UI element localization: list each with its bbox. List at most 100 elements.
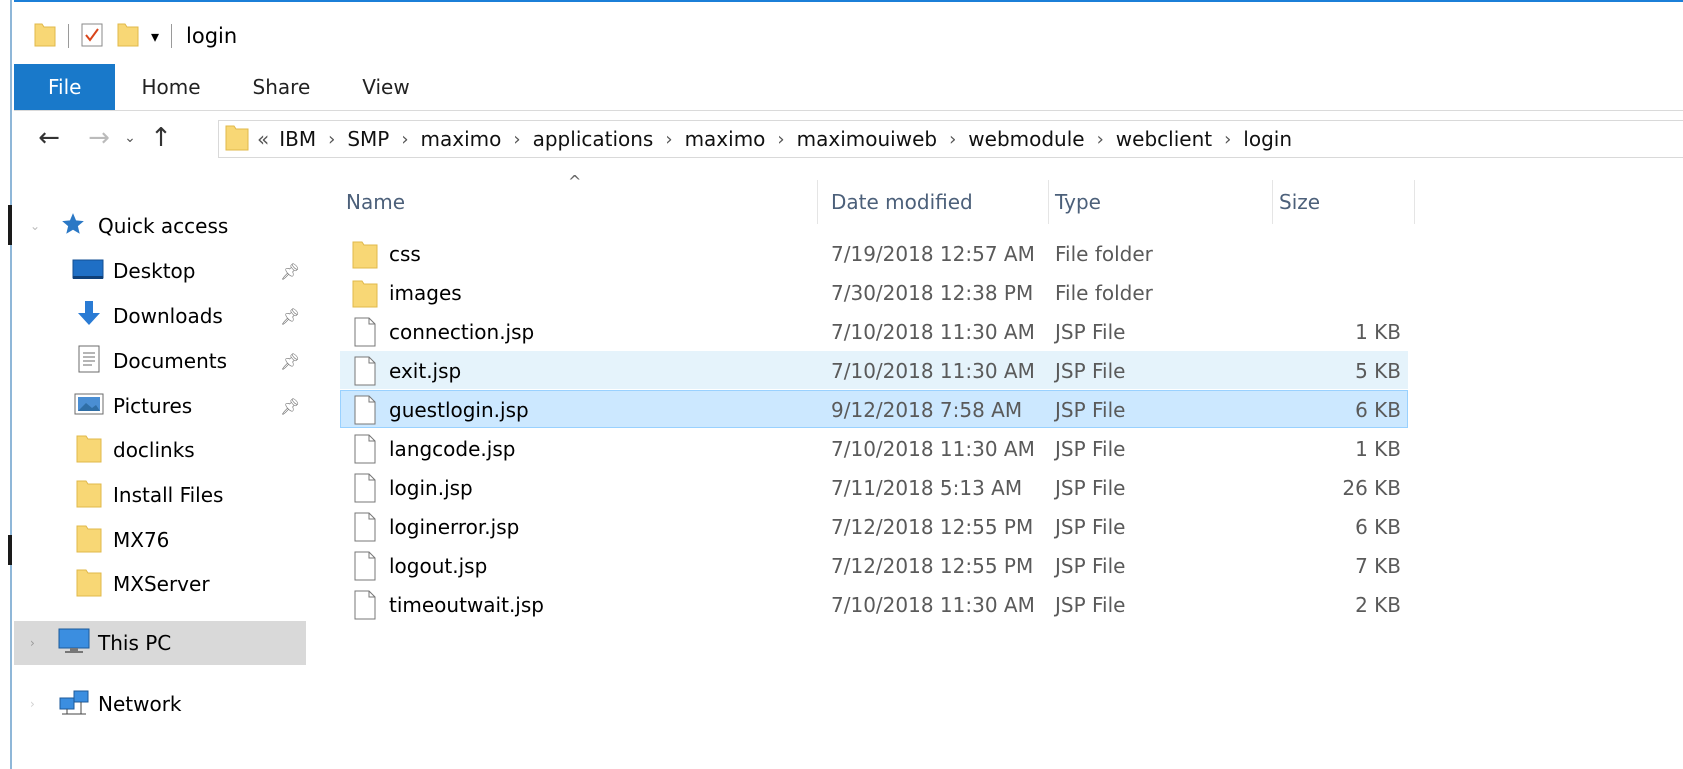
file-row-exit-jsp[interactable]: exit.jsp 7/10/2018 11:30 AM JSP File 5 K… bbox=[340, 351, 1408, 389]
folder-icon bbox=[349, 239, 381, 269]
file-row-connection-jsp[interactable]: connection.jsp 7/10/2018 11:30 AM JSP Fi… bbox=[340, 312, 1408, 350]
sidebar-item-this-pc[interactable]: › This PC bbox=[14, 621, 306, 665]
file-name: guestlogin.jsp bbox=[389, 398, 529, 422]
file-type: JSP File bbox=[1055, 320, 1126, 344]
address-bar[interactable]: « IBM › SMP › maximo › applications › ma… bbox=[218, 120, 1683, 158]
sidebar-item-label: Install Files bbox=[113, 483, 224, 507]
file-type: JSP File bbox=[1055, 593, 1126, 617]
file-date-modified: 9/12/2018 7:58 AM bbox=[831, 398, 1023, 422]
sidebar-item-label: Pictures bbox=[113, 394, 193, 418]
up-button[interactable]: ↑ bbox=[142, 123, 180, 153]
chevron-right-icon[interactable]: › bbox=[665, 129, 672, 150]
address-overflow[interactable]: « bbox=[257, 127, 269, 151]
breadcrumb-applications[interactable]: applications bbox=[533, 127, 654, 151]
file-date-modified: 7/12/2018 12:55 PM bbox=[831, 515, 1034, 539]
tab-share[interactable]: Share bbox=[227, 64, 337, 110]
chevron-right-icon[interactable]: › bbox=[777, 129, 784, 150]
sidebar-item-doclinks[interactable]: doclinks bbox=[14, 428, 306, 472]
sidebar-item-install-files[interactable]: Install Files bbox=[14, 473, 306, 517]
file-row-langcode-jsp[interactable]: langcode.jsp 7/10/2018 11:30 AM JSP File… bbox=[340, 429, 1408, 467]
window-top-edge bbox=[14, 0, 1683, 8]
tab-file[interactable]: File bbox=[14, 64, 116, 110]
chevron-right-icon[interactable]: › bbox=[328, 129, 335, 150]
arrow-up-icon: ↑ bbox=[150, 123, 172, 153]
tab-view[interactable]: View bbox=[336, 64, 435, 110]
breadcrumb-webclient[interactable]: webclient bbox=[1116, 127, 1212, 151]
breadcrumb-webmodule[interactable]: webmodule bbox=[968, 127, 1084, 151]
chevron-right-icon[interactable]: › bbox=[30, 697, 35, 711]
sidebar-item-label: Network bbox=[98, 692, 182, 716]
file-row-login-jsp[interactable]: login.jsp 7/11/2018 5:13 AM JSP File 26 … bbox=[340, 468, 1408, 506]
new-folder-icon[interactable] bbox=[117, 21, 141, 52]
sidebar-item-label: MX76 bbox=[113, 528, 170, 552]
forward-button[interactable]: → bbox=[80, 123, 118, 153]
file-name: timeoutwait.jsp bbox=[389, 593, 544, 617]
chevron-right-icon[interactable]: › bbox=[30, 636, 35, 650]
folder-icon[interactable] bbox=[34, 21, 56, 52]
file-name: exit.jsp bbox=[389, 359, 462, 383]
file-icon bbox=[349, 473, 381, 503]
sidebar-item-quick-access[interactable]: ⌄ Quick access bbox=[14, 204, 306, 248]
file-icon bbox=[349, 590, 381, 620]
file-type: File folder bbox=[1055, 242, 1153, 266]
documents-icon bbox=[78, 345, 100, 378]
folder-icon bbox=[349, 278, 381, 308]
breadcrumb-smp[interactable]: SMP bbox=[347, 127, 389, 151]
back-button[interactable]: ← bbox=[30, 123, 68, 153]
quick-access-toolbar-dropdown-icon[interactable]: ▾ bbox=[151, 27, 159, 46]
breadcrumb-maximo-2[interactable]: maximo bbox=[685, 127, 766, 151]
file-name: langcode.jsp bbox=[389, 437, 516, 461]
file-row-guestlogin-jsp[interactable]: guestlogin.jsp 9/12/2018 7:58 AM JSP Fil… bbox=[340, 390, 1408, 428]
folder-icon bbox=[76, 433, 102, 468]
file-size: 5 KB bbox=[1355, 359, 1401, 383]
pin-icon: 📌︎ bbox=[280, 396, 301, 416]
tab-home[interactable]: Home bbox=[115, 64, 226, 110]
file-row-images[interactable]: images 7/30/2018 12:38 PM File folder bbox=[340, 273, 1408, 311]
file-row-loginerror-jsp[interactable]: loginerror.jsp 7/12/2018 12:55 PM JSP Fi… bbox=[340, 507, 1408, 545]
chevron-right-icon[interactable]: › bbox=[1224, 129, 1231, 150]
file-date-modified: 7/10/2018 11:30 AM bbox=[831, 593, 1035, 617]
sidebar-item-label: MXServer bbox=[113, 572, 210, 596]
file-row-timeoutwait-jsp[interactable]: timeoutwait.jsp 7/10/2018 11:30 AM JSP F… bbox=[340, 585, 1408, 623]
breadcrumb-maximo[interactable]: maximo bbox=[421, 127, 502, 151]
file-icon bbox=[349, 356, 381, 386]
column-header-label: Type bbox=[1055, 190, 1101, 214]
sidebar-item-label: Desktop bbox=[113, 259, 196, 283]
chevron-right-icon[interactable]: › bbox=[949, 129, 956, 150]
breadcrumb-ibm[interactable]: IBM bbox=[279, 127, 316, 151]
file-name: login.jsp bbox=[389, 476, 473, 500]
sidebar-item-pictures[interactable]: Pictures 📌︎ bbox=[14, 384, 306, 428]
column-header-date-modified[interactable]: Date modified bbox=[825, 180, 1049, 224]
chevron-right-icon[interactable]: › bbox=[513, 129, 520, 150]
file-list: ^ Name Date modified Type Size css 7/19/… bbox=[340, 172, 1683, 769]
sidebar-item-label: Downloads bbox=[113, 304, 223, 328]
column-header-size[interactable]: Size bbox=[1273, 180, 1415, 224]
file-row-css[interactable]: css 7/19/2018 12:57 AM File folder bbox=[340, 234, 1408, 272]
file-date-modified: 7/10/2018 11:30 AM bbox=[831, 320, 1035, 344]
sidebar-item-label: Quick access bbox=[98, 214, 229, 238]
recent-locations-button[interactable]: ⌄ bbox=[118, 130, 142, 146]
file-date-modified: 7/12/2018 12:55 PM bbox=[831, 554, 1034, 578]
chevron-right-icon[interactable]: › bbox=[1097, 129, 1104, 150]
file-type: JSP File bbox=[1055, 515, 1126, 539]
downloads-icon bbox=[74, 299, 104, 334]
sidebar-item-network[interactable]: › Network bbox=[14, 682, 306, 726]
file-type: JSP File bbox=[1055, 554, 1126, 578]
breadcrumb-login[interactable]: login bbox=[1243, 127, 1292, 151]
file-size: 26 KB bbox=[1342, 476, 1401, 500]
sidebar-item-mxserver[interactable]: MXServer bbox=[14, 562, 306, 606]
chevron-down-icon[interactable]: ⌄ bbox=[30, 219, 40, 233]
column-header-type[interactable]: Type bbox=[1049, 180, 1273, 224]
sidebar-item-downloads[interactable]: Downloads 📌︎ bbox=[14, 294, 306, 338]
file-size: 6 KB bbox=[1355, 398, 1401, 422]
properties-icon[interactable] bbox=[81, 21, 103, 52]
breadcrumb-maximouiweb[interactable]: maximouiweb bbox=[797, 127, 937, 151]
column-header-name[interactable]: Name bbox=[340, 180, 818, 224]
file-type: JSP File bbox=[1055, 359, 1126, 383]
sidebar-item-mx76[interactable]: MX76 bbox=[14, 518, 306, 562]
sidebar-item-label: Documents bbox=[113, 349, 228, 373]
chevron-right-icon[interactable]: › bbox=[401, 129, 408, 150]
sidebar-item-documents[interactable]: Documents 📌︎ bbox=[14, 339, 306, 383]
file-row-logout-jsp[interactable]: logout.jsp 7/12/2018 12:55 PM JSP File 7… bbox=[340, 546, 1408, 584]
sidebar-item-desktop[interactable]: Desktop 📌︎ bbox=[14, 249, 306, 293]
